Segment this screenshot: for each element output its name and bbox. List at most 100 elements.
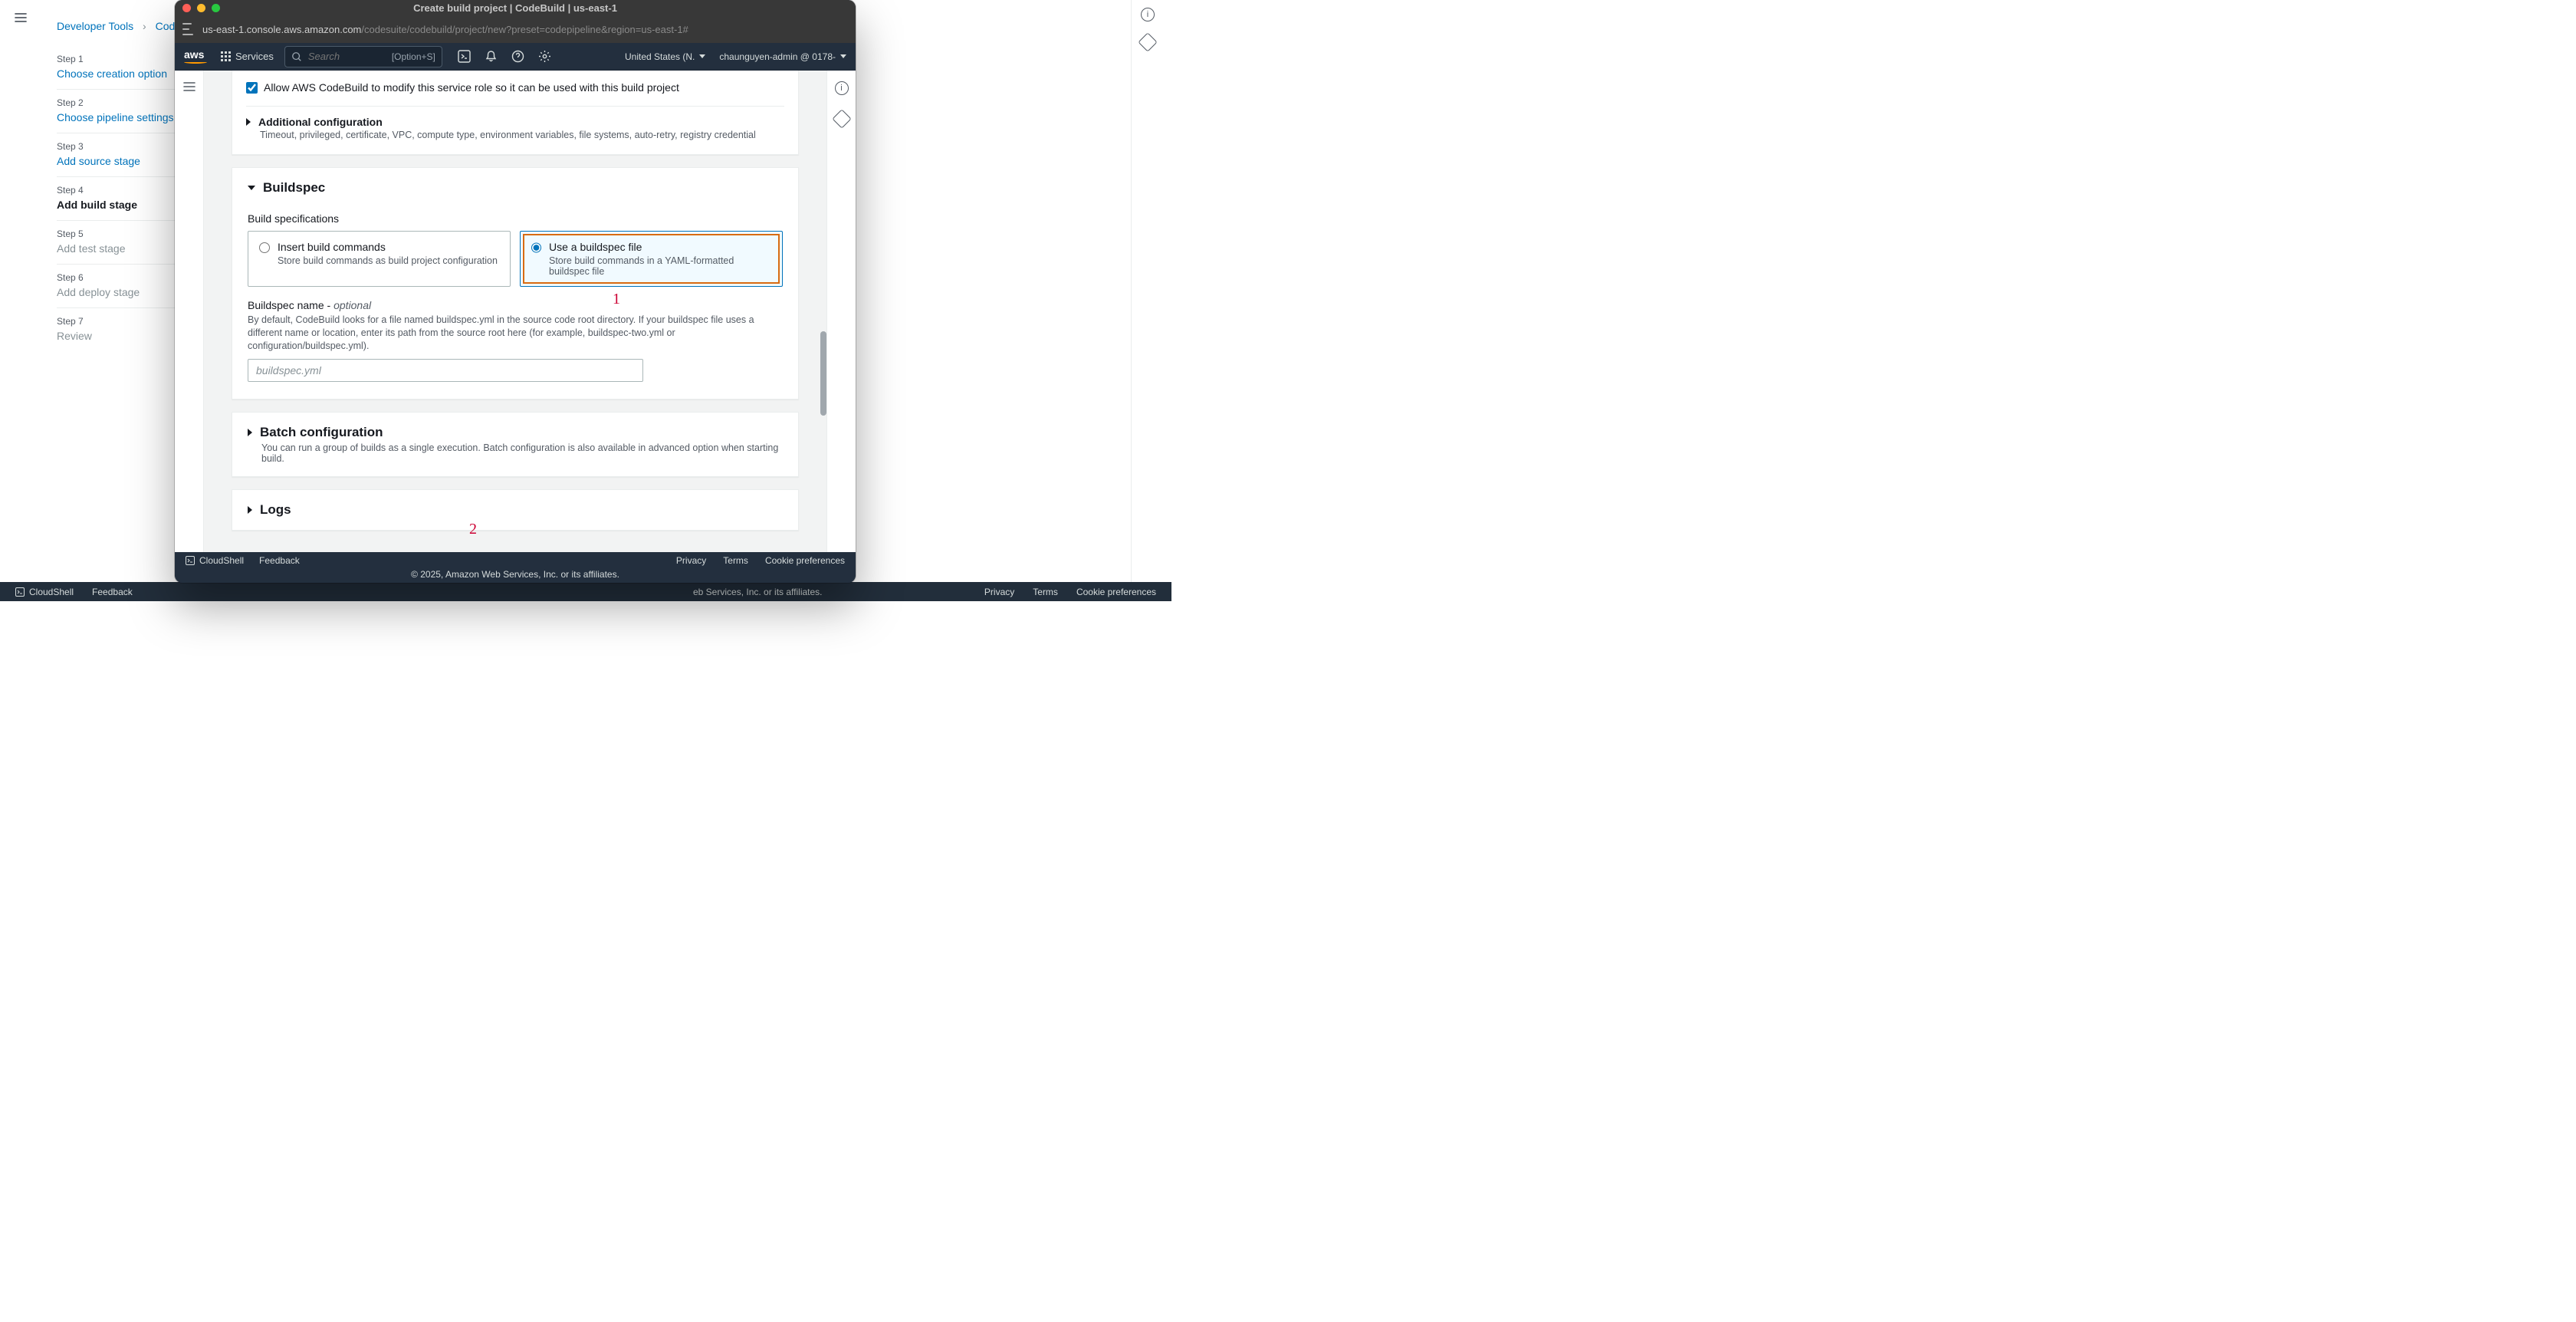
step-tag: Step 1 [57,54,179,64]
allow-modify-checkbox[interactable] [246,82,258,94]
left-nav-toggle[interactable] [175,71,204,552]
step-name: Review [57,327,179,342]
window-titlebar: Create build project | CodeBuild | us-ea… [175,0,856,15]
step-tag: Step 7 [57,316,179,327]
step-tag: Step 3 [57,141,179,152]
diamond-icon[interactable] [832,109,851,128]
buildspec-name-label: Buildspec name - optional [248,299,783,311]
scrollbar[interactable] [820,331,826,416]
chevron-down-icon [699,54,705,58]
build-spec-label: Build specifications [248,212,783,225]
divider [246,106,784,107]
cloudshell-label: CloudShell [199,555,244,566]
services-menu[interactable]: Services [221,51,274,62]
grid-icon [221,51,231,61]
step-name: Choose creation option [57,64,179,80]
wizard-step: Step 7Review [57,308,179,351]
step-tag: Step 5 [57,229,179,239]
radio-insert-commands[interactable] [259,242,270,253]
privacy-link[interactable]: Privacy [984,587,1014,597]
info-icon[interactable]: i [1141,8,1155,21]
cookie-link[interactable]: Cookie preferences [1076,587,1156,597]
env-panel-tail: Allow AWS CodeBuild to modify this servi… [232,71,799,155]
tile-insert-commands[interactable]: Insert build commands Store build comman… [248,231,511,287]
batch-panel: Batch configuration You can run a group … [232,412,799,477]
browser-window: Create build project | CodeBuild | us-ea… [175,0,856,583]
step-tag: Step 6 [57,272,179,283]
info-icon[interactable]: i [835,81,849,95]
services-label: Services [235,51,274,62]
aws-topnav: aws Services [Option+S] United States (N… [175,43,856,71]
terms-link[interactable]: Terms [1033,587,1058,597]
radio-use-buildspec-file[interactable] [531,242,541,253]
feedback-link[interactable]: Feedback [92,587,133,597]
tile-use-buildspec-file[interactable]: Use a buildspec file Store build command… [520,231,783,287]
modal-footer: CloudShell Feedback Privacy Terms Cookie… [175,552,856,569]
account-menu[interactable]: chaunguyen-admin @ 0178- [719,51,846,62]
step-name: Add build stage [57,196,179,211]
buildspec-panel: Buildspec Build specifications Insert bu… [232,167,799,400]
step-tag: Step 2 [57,97,179,108]
buildspec-tiles: Insert build commands Store build comman… [248,231,783,287]
search-input-wrapper[interactable]: [Option+S] [284,46,442,67]
window-title: Create build project | CodeBuild | us-ea… [175,2,856,14]
terms-link[interactable]: Terms [723,555,748,566]
logs-toggle[interactable]: Logs [248,502,783,518]
wizard-step[interactable]: Step 3Add source stage [57,133,179,177]
copyright-text: eb Services, Inc. or its affiliates. [693,587,823,597]
address-bar[interactable]: us-east-1.console.aws.amazon.com/codesui… [175,15,856,43]
diamond-icon[interactable] [1138,32,1157,51]
right-help-rail: i [826,71,856,552]
tile-desc: Store build commands as build project co… [278,255,498,266]
site-settings-icon[interactable] [182,23,195,35]
help-icon[interactable] [511,50,524,63]
chevron-right-icon: › [143,20,146,32]
aws-logo[interactable]: aws [184,49,207,64]
logs-panel: Logs [232,489,799,531]
step-name: Add source stage [57,152,179,167]
allow-modify-label: Allow AWS CodeBuild to modify this servi… [264,81,679,94]
additional-config-subtitle: Timeout, privileged, certificate, VPC, c… [260,130,784,140]
batch-toggle[interactable]: Batch configuration [248,425,783,440]
breadcrumb: Developer Tools › Code [57,20,181,32]
bell-icon[interactable] [485,50,498,63]
vertical-divider [1131,0,1132,583]
help-rail: i [1141,8,1155,49]
buildspec-name-help: By default, CodeBuild looks for a file n… [248,314,769,353]
wizard-step[interactable]: Step 1Choose creation option [57,46,179,90]
search-input[interactable] [308,51,362,62]
cloudshell-label: CloudShell [29,587,74,597]
wizard-step[interactable]: Step 4Add build stage [57,177,179,221]
url-text: us-east-1.console.aws.amazon.com/codesui… [202,24,688,35]
privacy-link[interactable]: Privacy [676,555,706,566]
copyright-text: © 2025, Amazon Web Services, Inc. or its… [175,569,856,583]
wizard-step: Step 6Add deploy stage [57,265,179,308]
cookie-link[interactable]: Cookie preferences [765,555,845,566]
main-content: Allow AWS CodeBuild to modify this servi… [204,71,826,552]
gear-icon[interactable] [538,50,551,63]
annotation-1: 1 [613,291,620,308]
wizard-steps: Step 1Choose creation optionStep 2Choose… [57,46,179,351]
feedback-link[interactable]: Feedback [259,555,300,566]
cloudshell-icon[interactable] [458,50,471,63]
form-actions: Cancel Continue to CodePipeline [232,543,799,552]
search-icon [291,51,302,62]
wizard-step: Step 5Add test stage [57,221,179,265]
hamburger-icon[interactable] [14,11,28,27]
step-tag: Step 4 [57,185,179,196]
step-name: Add test stage [57,239,179,255]
breadcrumb-developer-tools[interactable]: Developer Tools [57,20,133,32]
buildspec-name-input[interactable] [248,359,643,382]
buildspec-heading[interactable]: Buildspec [248,180,783,196]
search-shortcut: [Option+S] [392,51,435,62]
additional-config-toggle[interactable]: Additional configuration [246,116,784,128]
allow-modify-checkbox-row[interactable]: Allow AWS CodeBuild to modify this servi… [246,81,784,103]
wizard-step[interactable]: Step 2Choose pipeline settings [57,90,179,133]
annotation-2: 2 [469,521,477,538]
tile-desc: Store build commands in a YAML-formatted… [549,255,771,277]
cloudshell-button[interactable]: CloudShell [15,587,74,597]
cloudshell-button[interactable]: CloudShell [186,555,244,566]
tile-title: Use a buildspec file [549,241,771,253]
region-selector[interactable]: United States (N. [625,51,705,62]
chevron-down-icon [840,54,846,58]
